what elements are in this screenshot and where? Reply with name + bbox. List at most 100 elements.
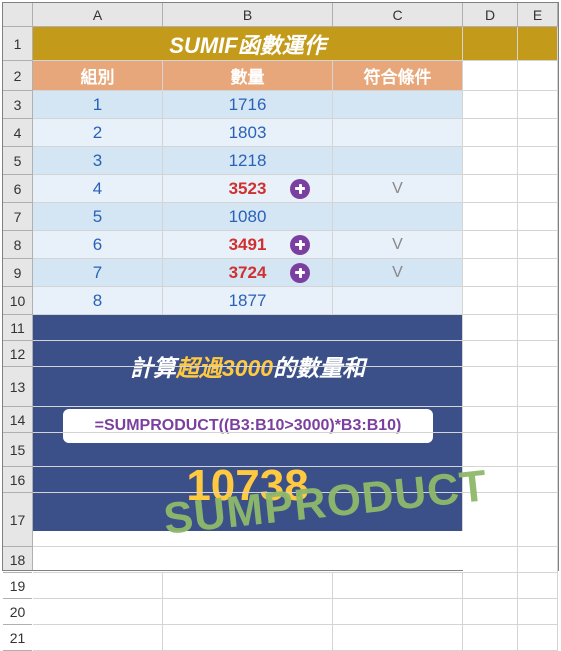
cell-match[interactable] [333,119,463,147]
cell-D19[interactable] [463,573,518,599]
cell-group[interactable]: 3 [33,147,163,175]
cell-E14[interactable] [518,407,558,433]
cell-D10[interactable] [463,287,518,315]
cell-match[interactable] [333,287,463,315]
row-header-2[interactable]: 2 [3,61,32,91]
cell-C19[interactable] [333,573,463,599]
row-header-10[interactable]: 10 [3,287,32,315]
cell-E11[interactable] [518,315,558,341]
cell-D16[interactable] [463,467,518,493]
cell-D8[interactable] [463,231,518,259]
cell-E7[interactable] [518,203,558,231]
cell-match[interactable] [333,203,463,231]
row-header-12[interactable]: 12 [3,341,32,367]
row-header-16[interactable]: 16 [3,467,32,493]
cell-qty[interactable]: 3491 [163,231,333,259]
row-header-8[interactable]: 8 [3,231,32,259]
cell-E8[interactable] [518,231,558,259]
row-header-15[interactable]: 15 [3,433,32,467]
cell-D7[interactable] [463,203,518,231]
cell-E13[interactable] [518,367,558,407]
cell-E9[interactable] [518,259,558,287]
cell-D1[interactable] [463,27,518,61]
row-header-18[interactable]: 18 [3,547,32,573]
cell-D6[interactable] [463,175,518,203]
col-header-C[interactable]: C [333,3,463,26]
cell-qty[interactable]: 1716 [163,91,333,119]
cell-B20[interactable] [163,599,333,625]
cell-A19[interactable] [33,573,163,599]
cell-group[interactable]: 2 [33,119,163,147]
cell-E15[interactable] [518,433,558,467]
select-all-corner[interactable] [3,3,33,27]
cell-group[interactable]: 1 [33,91,163,119]
cell-qty[interactable]: 1080 [163,203,333,231]
cell-D13[interactable] [463,367,518,407]
cell-E20[interactable] [518,599,558,625]
cell-C20[interactable] [333,599,463,625]
cell-D21[interactable] [463,625,518,651]
cell-D11[interactable] [463,315,518,341]
cell-E1[interactable] [518,27,558,61]
cell-D2[interactable] [463,61,518,91]
header-match[interactable]: 符合條件 [333,61,463,91]
cell-D15[interactable] [463,433,518,467]
cell-match[interactable] [333,91,463,119]
col-header-D[interactable]: D [463,3,518,26]
cell-E21[interactable] [518,625,558,651]
cell-E2[interactable] [518,61,558,91]
cell-qty[interactable]: 3523 [163,175,333,203]
cell-D20[interactable] [463,599,518,625]
cell-qty[interactable]: 1803 [163,119,333,147]
cell-E16[interactable] [518,467,558,493]
cell-match[interactable]: V [333,175,463,203]
cell-D9[interactable] [463,259,518,287]
header-group[interactable]: 組別 [33,61,163,91]
cell-D17[interactable] [463,493,518,547]
header-qty[interactable]: 數量 [163,61,333,91]
row-header-3[interactable]: 3 [3,91,32,119]
row-header-11[interactable]: 11 [3,315,32,341]
cell-group[interactable]: 6 [33,231,163,259]
row-header-20[interactable]: 20 [3,599,32,625]
row-header-13[interactable]: 13 [3,367,32,407]
row-header-7[interactable]: 7 [3,203,32,231]
cell-group[interactable]: 4 [33,175,163,203]
cell-qty[interactable]: 1877 [163,287,333,315]
row-header-14[interactable]: 14 [3,407,32,433]
row-header-1[interactable]: 1 [3,27,32,61]
cell-qty[interactable]: 1218 [163,147,333,175]
cell-E5[interactable] [518,147,558,175]
cell-match[interactable] [333,147,463,175]
cell-D5[interactable] [463,147,518,175]
cell-D3[interactable] [463,91,518,119]
row-header-9[interactable]: 9 [3,259,32,287]
row-header-4[interactable]: 4 [3,119,32,147]
cell-A21[interactable] [33,625,163,651]
cell-E4[interactable] [518,119,558,147]
cell-match[interactable]: V [333,231,463,259]
cell-qty[interactable]: 3724 [163,259,333,287]
row-header-17[interactable]: 17 [3,493,32,547]
cell-group[interactable]: 8 [33,287,163,315]
cell-E18[interactable] [518,547,558,573]
cell-C21[interactable] [333,625,463,651]
row-header-21[interactable]: 21 [3,625,32,651]
cell-E17[interactable] [518,493,558,547]
col-header-A[interactable]: A [33,3,163,26]
row-header-19[interactable]: 19 [3,573,32,599]
cell-group[interactable]: 7 [33,259,163,287]
cell-E19[interactable] [518,573,558,599]
cell-A20[interactable] [33,599,163,625]
cell-D12[interactable] [463,341,518,367]
row-header-6[interactable]: 6 [3,175,32,203]
cell-E3[interactable] [518,91,558,119]
cell-match[interactable]: V [333,259,463,287]
col-header-B[interactable]: B [163,3,333,26]
page-title[interactable]: SUMIF函數運作 [33,27,463,61]
cell-B21[interactable] [163,625,333,651]
cell-D14[interactable] [463,407,518,433]
cell-group[interactable]: 5 [33,203,163,231]
cell-B19[interactable] [163,573,333,599]
cell-D4[interactable] [463,119,518,147]
